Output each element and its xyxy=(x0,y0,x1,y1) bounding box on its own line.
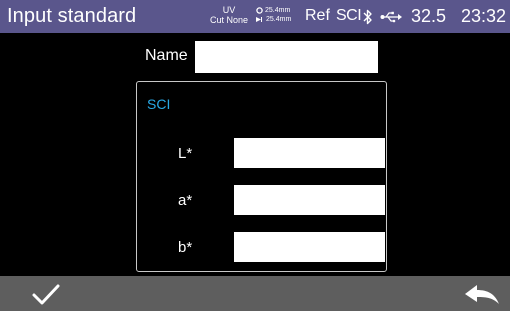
clock-time: 23:32 xyxy=(461,6,507,26)
b-star-label: b* xyxy=(178,239,193,256)
name-input[interactable] xyxy=(195,41,378,73)
spec-mode: SCI xyxy=(336,7,362,24)
name-label: Name xyxy=(145,47,188,64)
back-button[interactable] xyxy=(462,282,502,308)
l-star-input[interactable] xyxy=(234,138,385,168)
measure-mode: Ref xyxy=(305,7,330,24)
uv-indicator: UV Cut None xyxy=(206,5,252,25)
temperature-value: 32.5 xyxy=(411,6,447,26)
a-star-label: a* xyxy=(178,192,193,209)
usb-icon xyxy=(380,11,402,23)
sci-section-title: SCI xyxy=(147,96,171,112)
aperture-measure-value: 25.4mm xyxy=(265,7,291,14)
confirm-check-icon xyxy=(32,284,60,305)
bottom-bar xyxy=(0,276,510,311)
bluetooth-icon xyxy=(363,9,372,25)
a-star-input[interactable] xyxy=(234,185,385,215)
back-arrow-icon xyxy=(465,285,499,304)
aperture-indicator: 25.4mm 25.4mm xyxy=(256,6,291,24)
l-star-label: L* xyxy=(178,145,193,162)
aperture-light-icon xyxy=(256,17,262,22)
aperture-light-value: 25.4mm xyxy=(266,16,292,23)
aperture-circle-icon xyxy=(256,7,263,14)
b-star-input[interactable] xyxy=(234,232,385,262)
status-bar: Input standard UV Cut None 25.4mm 25.4mm… xyxy=(0,0,510,33)
uv-cut-label: Cut None xyxy=(209,15,249,25)
uv-label: UV xyxy=(222,5,236,15)
page-title: Input standard xyxy=(7,5,137,27)
confirm-button[interactable] xyxy=(28,282,64,308)
